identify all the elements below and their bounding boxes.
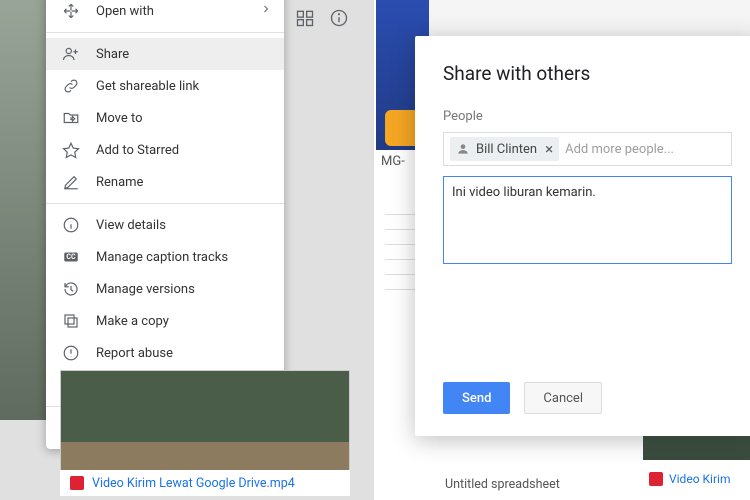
video-file-icon (70, 476, 84, 490)
people-input[interactable]: Bill Clinten × Add more people... (443, 132, 732, 166)
menu-get-link[interactable]: Get shareable link (46, 70, 284, 102)
captions-icon: CC (62, 248, 80, 266)
star-icon (62, 141, 80, 159)
send-button[interactable]: Send (443, 382, 510, 414)
report-icon (62, 344, 80, 362)
file-row[interactable]: Video Kirim Lewat Google Drive.mp4 (60, 470, 350, 496)
menu-label: Rename (96, 175, 143, 190)
person-icon (456, 142, 470, 156)
menu-move-to[interactable]: Move to (46, 102, 284, 134)
remove-chip-icon[interactable]: × (545, 140, 553, 158)
info-outline-icon (62, 216, 80, 234)
add-people-placeholder: Add more people... (565, 142, 674, 157)
menu-label: Move to (96, 111, 143, 126)
menu-open-with[interactable]: Open with (46, 0, 284, 27)
menu-versions[interactable]: Manage versions (46, 273, 284, 305)
open-with-icon (62, 2, 80, 20)
history-icon (62, 280, 80, 298)
menu-make-copy[interactable]: Make a copy (46, 305, 284, 337)
list-view-icon[interactable] (295, 8, 315, 32)
spreadsheet-name[interactable]: Untitled spreadsheet (445, 477, 560, 492)
copy-icon (62, 312, 80, 330)
menu-add-star[interactable]: Add to Starred (46, 134, 284, 166)
message-input[interactable] (443, 176, 732, 264)
link-icon (62, 77, 80, 95)
cancel-button[interactable]: Cancel (524, 382, 602, 414)
menu-label: Make a copy (96, 314, 169, 329)
menu-label: Add to Starred (96, 143, 179, 158)
info-icon[interactable] (329, 8, 349, 32)
people-label: People (443, 109, 732, 124)
folder-move-icon (62, 109, 80, 127)
file-row-2[interactable]: Video Kirim (643, 466, 750, 492)
menu-report[interactable]: Report abuse (46, 337, 284, 369)
chevron-right-icon (260, 3, 272, 19)
menu-rename[interactable]: Rename (46, 166, 284, 198)
file-name: Video Kirim Lewat Google Drive.mp4 (92, 476, 295, 491)
menu-label: Manage versions (96, 282, 195, 297)
menu-label: Get shareable link (96, 79, 199, 94)
dialog-title: Share with others (443, 62, 732, 85)
share-dialog: Share with others People Bill Clinten × … (415, 36, 750, 436)
bg-image-label: MG- (375, 150, 411, 173)
menu-captions[interactable]: CC Manage caption tracks (46, 241, 284, 273)
menu-label: Manage caption tracks (96, 250, 228, 265)
menu-label: View details (96, 218, 166, 233)
menu-view-details[interactable]: View details (46, 209, 284, 241)
video-file-icon (649, 472, 663, 486)
person-chip[interactable]: Bill Clinten × (450, 137, 559, 161)
chip-name: Bill Clinten (476, 142, 537, 157)
menu-label: Share (96, 47, 129, 62)
menu-label: Open with (96, 4, 154, 19)
person-add-icon (62, 45, 80, 63)
pencil-icon (62, 173, 80, 191)
file-name: Video Kirim (669, 472, 730, 486)
menu-share[interactable]: Share (46, 38, 284, 70)
menu-label: Report abuse (96, 346, 173, 361)
